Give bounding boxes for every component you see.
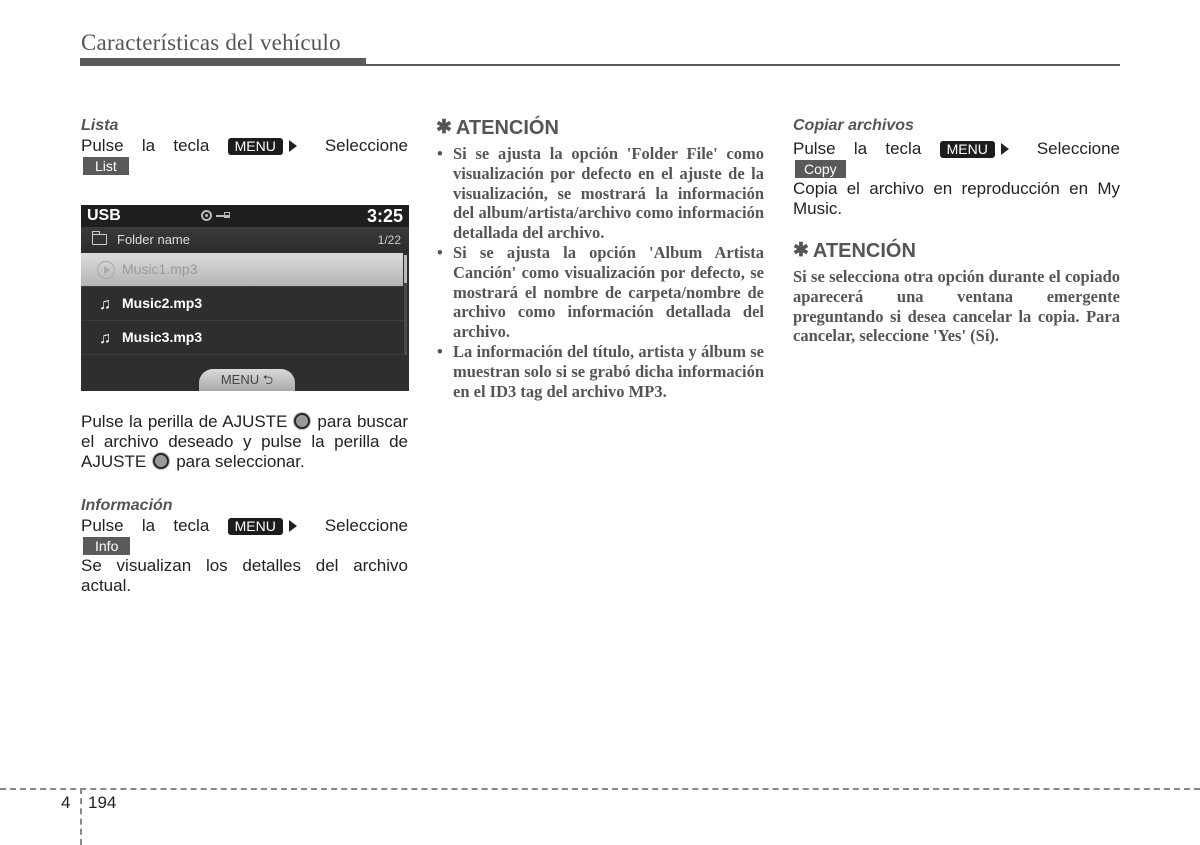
page-header-title: Características del vehículo <box>81 30 341 55</box>
folder-name: Folder name <box>117 232 190 247</box>
page-number: 194 <box>88 793 117 812</box>
header-rule-thick <box>80 58 366 66</box>
music-note-icon: ♫ <box>99 330 111 347</box>
info-option-key: Info <box>83 537 131 555</box>
attention-text: Si se selecciona otra opción durante el … <box>793 267 1120 346</box>
knob-text-3: para seleccionar. <box>176 452 305 471</box>
attention-list: Si se ajusta la opción 'Folder File' com… <box>436 144 764 401</box>
list-item: Si se ajusta la opción 'Album Artista Ca… <box>436 243 764 342</box>
word: la <box>141 136 156 155</box>
lista-heading: Lista <box>81 117 119 134</box>
word: tecla <box>885 139 922 158</box>
lista-instruction: Pulse la tecla MENU Seleccione <box>81 136 408 156</box>
knob-text-1: Pulse la perilla de AJUSTE <box>81 412 288 431</box>
info-heading: Información <box>81 497 173 514</box>
asterisk-icon: ✱ <box>436 117 452 138</box>
select-word: Seleccione <box>324 516 408 535</box>
tune-knob-icon <box>152 452 171 470</box>
menu-key-group: MENU <box>227 516 297 536</box>
track-count: 1/22 <box>377 233 401 247</box>
word: Pulse <box>81 136 124 155</box>
track-name: Music1.mp3 <box>122 261 198 277</box>
list-item: La información del título, artista y álb… <box>436 342 764 401</box>
menu-key-group: MENU <box>939 139 1009 159</box>
word: Pulse <box>81 516 124 535</box>
menu-key: MENU <box>227 517 283 535</box>
middle-column: ✱ ATENCIÓN Si se ajusta la opción 'Folde… <box>436 116 764 401</box>
source-label: USB <box>87 207 121 224</box>
screen-menu-tab: MENU ⮌ <box>199 369 295 391</box>
screen-scrollbar <box>404 255 407 355</box>
footer-vertical-rule <box>80 788 82 845</box>
play-icon <box>97 261 115 279</box>
track-row: ♫ Music2.mp3 <box>81 287 403 321</box>
copy-heading: Copiar archivos <box>793 117 914 134</box>
word: la <box>141 516 156 535</box>
tune-knob-icon <box>293 412 312 430</box>
usb-screen-illustration: USB 3:25 Folder name 1/22 Music1.mp3 ♫ M… <box>81 205 409 391</box>
left-column: Lista Pulse la tecla MENU Seleccione Lis… <box>81 116 409 596</box>
list-option-key: List <box>83 157 129 175</box>
menu-key: MENU <box>227 137 283 155</box>
track-row: Music1.mp3 <box>81 253 403 287</box>
attention-heading: ✱ ATENCIÓN <box>793 239 1120 263</box>
screen-status-bar: USB 3:25 <box>81 205 409 227</box>
copy-option-key: Copy <box>795 160 846 178</box>
word: tecla <box>173 516 210 535</box>
attention-heading: ✱ ATENCIÓN <box>436 116 764 140</box>
disc-icon <box>201 210 212 221</box>
right-column: Copiar archivos Pulse la tecla MENU Sele… <box>793 116 1120 346</box>
menu-key: MENU <box>939 140 995 158</box>
select-word: Seleccione <box>324 136 408 155</box>
knob-instruction: Pulse la perilla de AJUSTE para buscar el… <box>81 412 408 472</box>
word: Pulse <box>793 139 836 158</box>
arrow-right-icon <box>288 140 297 152</box>
copy-description: Copia el archivo en reproducción en My M… <box>793 179 1120 218</box>
folder-icon <box>92 231 107 245</box>
asterisk-icon: ✱ <box>793 240 809 261</box>
folder-row: Folder name 1/22 <box>81 227 409 253</box>
word: tecla <box>173 136 210 155</box>
clock: 3:25 <box>366 206 403 226</box>
word: la <box>853 139 868 158</box>
copy-instruction: Pulse la tecla MENU Seleccione <box>793 139 1120 159</box>
info-instruction: Pulse la tecla MENU Seleccione <box>81 516 408 536</box>
menu-key-group: MENU <box>227 136 297 156</box>
track-name: Music2.mp3 <box>122 295 203 311</box>
footer-rule <box>0 788 1200 790</box>
track-row: ♫ Music3.mp3 <box>81 321 403 355</box>
scrollbar-thumb <box>404 255 407 283</box>
usb-icon <box>216 211 230 220</box>
attention-title: ATENCIÓN <box>812 240 916 262</box>
info-description: Se visualizan los detalles del archivo a… <box>81 556 408 595</box>
attention-title: ATENCIÓN <box>455 117 559 139</box>
chapter-number: 4 <box>61 793 71 812</box>
select-word: Seleccione <box>1036 139 1120 158</box>
arrow-right-icon <box>288 520 297 532</box>
arrow-right-icon <box>1000 143 1009 155</box>
music-note-icon: ♫ <box>99 296 111 313</box>
track-name: Music3.mp3 <box>122 329 203 345</box>
list-item: Si se ajusta la opción 'Folder File' com… <box>436 144 764 243</box>
header-rule-thin <box>366 64 1120 66</box>
